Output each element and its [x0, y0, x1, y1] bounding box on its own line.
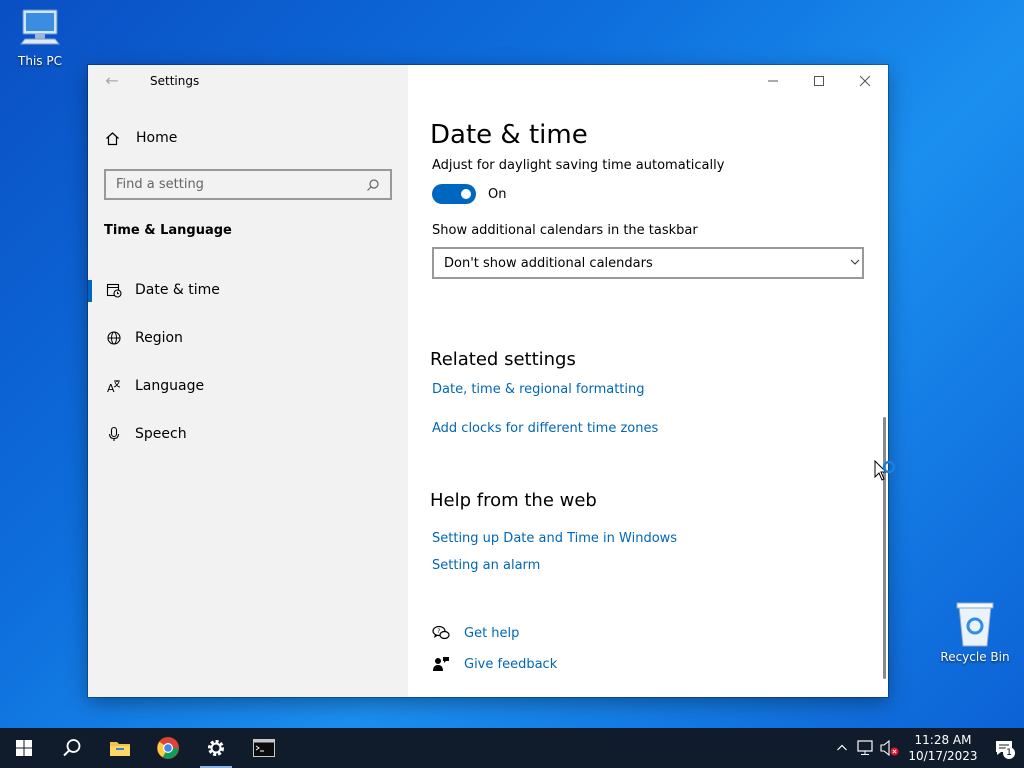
taskbar-settings[interactable]: [192, 728, 240, 768]
sidebar-item-date-time[interactable]: Date & time: [88, 270, 408, 310]
gear-icon: [208, 740, 224, 756]
link-regional-formatting[interactable]: Date, time & regional formatting: [432, 382, 645, 397]
folder-icon: [110, 742, 130, 756]
dst-toggle[interactable]: [432, 184, 476, 204]
this-pc-label: This PC: [18, 54, 62, 68]
desktop-icon-this-pc[interactable]: This PC: [0, 8, 80, 68]
clock-date: 10/17/2023: [908, 749, 978, 763]
calendar-clock-icon: [105, 282, 123, 298]
show-hidden-icons-button[interactable]: [830, 728, 854, 768]
get-help-link[interactable]: ? Get help: [432, 623, 519, 643]
link-setup-date-time[interactable]: Setting up Date and Time in Windows: [432, 531, 677, 546]
chevron-down-icon: [850, 259, 860, 265]
volume-muted-icon: [880, 740, 899, 756]
title-bar[interactable]: ← Settings: [88, 65, 408, 99]
link-setting-alarm[interactable]: Setting an alarm: [432, 558, 540, 573]
back-button[interactable]: ←: [102, 71, 122, 91]
desktop-icon-recycle-bin[interactable]: Recycle Bin: [935, 600, 1015, 664]
home-link[interactable]: Home: [104, 127, 177, 149]
calendar-dropdown-value: Don't show additional calendars: [444, 255, 653, 271]
give-feedback-label: Give feedback: [464, 656, 558, 672]
terminal-icon: [253, 739, 275, 757]
minimize-button[interactable]: [750, 65, 796, 97]
busy-cursor-icon: [874, 460, 896, 481]
help-heading: Help from the web: [430, 490, 597, 511]
microphone-icon: [105, 426, 123, 442]
notification-badge: 1: [1003, 747, 1015, 759]
recycle-bin-label: Recycle Bin: [940, 650, 1010, 664]
computer-icon: [19, 9, 61, 45]
settings-window: ← Settings Home Find a setting Time & La…: [88, 65, 896, 697]
windows-logo-icon: [16, 740, 32, 756]
calendar-dropdown[interactable]: Don't show additional calendars: [432, 247, 864, 279]
sidebar-item-label: Date & time: [135, 282, 220, 298]
maximize-button[interactable]: [796, 65, 842, 97]
content-pane: Date & time Adjust for daylight saving t…: [408, 65, 896, 697]
toggle-knob: [461, 189, 471, 199]
related-settings-heading: Related settings: [430, 349, 576, 370]
dst-toggle-state: On: [488, 187, 507, 202]
recycle-bin-icon: [956, 602, 994, 647]
get-help-label: Get help: [464, 625, 520, 641]
action-center-button[interactable]: 1: [984, 728, 1024, 768]
sidebar: ← Settings Home Find a setting Time & La…: [88, 65, 408, 697]
search-icon: [63, 739, 81, 757]
globe-icon: [105, 330, 123, 346]
window-controls: [750, 65, 888, 97]
scrollbar[interactable]: [883, 417, 886, 679]
chrome-icon: [157, 737, 179, 759]
taskbar-command-prompt[interactable]: [240, 728, 288, 768]
system-tray: 11:28 AM 10/17/2023 1: [830, 728, 1024, 768]
search-placeholder: Find a setting: [116, 177, 204, 192]
close-icon: [859, 75, 871, 87]
minimize-icon: [768, 80, 778, 82]
close-button[interactable]: [842, 65, 888, 97]
language-icon: A: [105, 378, 123, 394]
sidebar-item-label: Language: [135, 378, 205, 394]
sidebar-item-label: Speech: [135, 426, 187, 442]
taskbar-search-button[interactable]: [48, 728, 96, 768]
taskbar: 11:28 AM 10/17/2023 1: [0, 728, 1024, 768]
svg-text:?: ?: [437, 628, 440, 635]
dst-label: Adjust for daylight saving time automati…: [432, 158, 725, 173]
svg-text:A: A: [107, 382, 115, 394]
chat-help-icon: ?: [432, 625, 450, 641]
network-icon: [857, 740, 873, 755]
sidebar-item-region[interactable]: Region: [88, 318, 408, 358]
back-arrow-icon: ←: [105, 71, 119, 90]
chevron-up-icon: [837, 744, 847, 751]
search-icon[interactable]: [366, 178, 380, 192]
window-title: Settings: [150, 74, 200, 88]
home-icon: [104, 131, 120, 146]
taskbar-chrome[interactable]: [144, 728, 192, 768]
network-button[interactable]: [854, 728, 878, 768]
link-add-clocks[interactable]: Add clocks for different time zones: [432, 421, 658, 436]
sidebar-item-label: Region: [135, 330, 183, 346]
search-input[interactable]: Find a setting: [104, 169, 392, 200]
start-button[interactable]: [0, 728, 48, 768]
taskbar-file-explorer[interactable]: [96, 728, 144, 768]
page-title: Date & time: [430, 120, 588, 150]
volume-button[interactable]: [878, 728, 902, 768]
section-title: Time & Language: [104, 223, 232, 238]
give-feedback-link[interactable]: Give feedback: [432, 654, 557, 674]
sidebar-item-language[interactable]: A Language: [88, 366, 408, 406]
home-label: Home: [136, 130, 178, 146]
calendar-label: Show additional calendars in the taskbar: [432, 223, 698, 238]
clock-time: 11:28 AM: [914, 733, 972, 747]
maximize-icon: [814, 76, 824, 86]
taskbar-clock[interactable]: 11:28 AM 10/17/2023: [908, 732, 978, 764]
feedback-person-icon: [432, 656, 450, 672]
sidebar-item-speech[interactable]: Speech: [88, 414, 408, 454]
